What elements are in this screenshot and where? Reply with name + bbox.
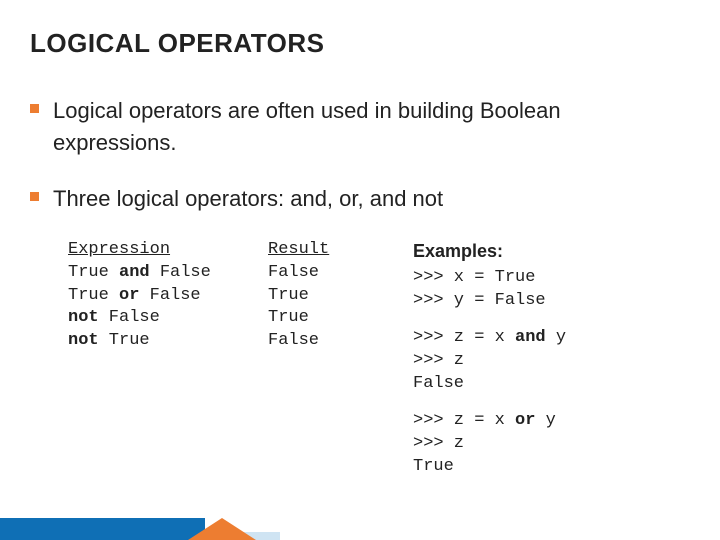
slide-title: LOGICAL OPERATORS <box>30 28 690 59</box>
result-row-2: True <box>268 285 413 308</box>
result-row-4: False <box>268 330 413 353</box>
content-columns: Expression True and False True or False … <box>68 239 690 479</box>
examples-label: Examples: <box>413 239 690 263</box>
bullet-text-2: Three logical operators: and, or, and no… <box>53 183 443 215</box>
bullet-item-1: Logical operators are often used in buil… <box>30 95 690 159</box>
example-block-1: >>> x = True >>> y = False <box>413 267 690 313</box>
result-column: Result False True True False <box>268 239 413 479</box>
result-row-3: True <box>268 307 413 330</box>
expr-row-4: not True <box>68 330 268 353</box>
bullet-item-2: Three logical operators: and, or, and no… <box>30 183 690 215</box>
result-row-1: False <box>268 262 413 285</box>
bullet-marker <box>30 104 39 113</box>
expr-row-1: True and False <box>68 262 268 285</box>
bullet-text-1: Logical operators are often used in buil… <box>53 95 690 159</box>
footer-triangle-icon <box>188 518 256 540</box>
expr-row-2: True or False <box>68 285 268 308</box>
expression-column: Expression True and False True or False … <box>68 239 268 479</box>
footer-bar-blue <box>0 518 205 540</box>
expression-header: Expression <box>68 239 268 262</box>
spacer <box>413 396 690 410</box>
example-block-3: >>> z = x or y >>> z True <box>413 410 690 479</box>
footer-decoration <box>0 518 720 540</box>
examples-column: Examples: >>> x = True >>> y = False >>>… <box>413 239 690 479</box>
slide: LOGICAL OPERATORS Logical operators are … <box>0 0 720 478</box>
expr-row-3: not False <box>68 307 268 330</box>
spacer <box>413 313 690 327</box>
result-header: Result <box>268 239 413 262</box>
example-block-2: >>> z = x and y >>> z False <box>413 327 690 396</box>
bullet-marker <box>30 192 39 201</box>
